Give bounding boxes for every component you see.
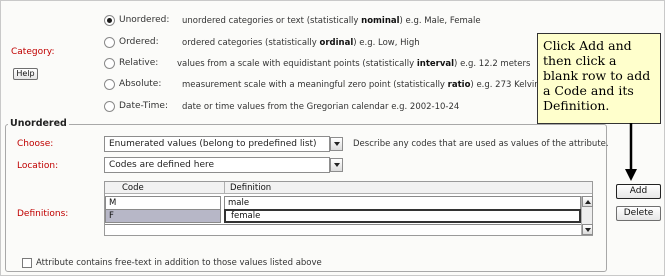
delete-button[interactable]: Delete [616, 206, 661, 221]
description-statistical-term: nominal [361, 16, 400, 26]
category-radio-2[interactable] [104, 58, 115, 69]
table-row-definition-cell[interactable]: male [224, 196, 581, 209]
category-option-label[interactable]: Date-Time: [119, 101, 168, 111]
category-option-description: measurement scale with a meaningful zero… [182, 80, 540, 90]
category-label: Category: [11, 47, 55, 57]
location-select[interactable]: Codes are defined here [104, 157, 330, 173]
definition-value: female [231, 211, 261, 221]
instruction-callout: Click Add and then click a blank row to … [537, 33, 661, 124]
table-empty-row-divider [105, 224, 581, 225]
description-statistical-term: interval [416, 59, 455, 69]
unordered-legend: Unordered [8, 118, 69, 129]
freetext-checkbox-label: Attribute contains free-text in addition… [36, 258, 322, 268]
scroll-up-icon[interactable] [582, 196, 593, 207]
code-value: M [109, 198, 117, 208]
choose-label: Choose: [17, 139, 54, 149]
location-dropdown-icon[interactable] [330, 158, 343, 172]
description-example: ) e.g. 12.2 meters [454, 59, 531, 69]
definitions-label: Definitions: [17, 209, 69, 219]
scroll-down-icon[interactable] [582, 224, 593, 235]
location-label: Location: [17, 161, 59, 171]
category-option-label[interactable]: Ordered: [119, 37, 159, 47]
category-option-label[interactable]: Relative: [119, 58, 158, 68]
description-text: ordered categories (statistically [182, 38, 320, 48]
help-button[interactable]: Help [13, 68, 38, 80]
description-text: measurement scale with a meaningful zero… [182, 80, 448, 90]
category-option-label[interactable]: Unordered: [119, 15, 169, 25]
definition-value: male [228, 198, 250, 208]
callout-arrow-icon [625, 123, 637, 181]
attribute-category-panel: Category: Help Unordered: unordered categ… [0, 0, 665, 276]
table-header-row: Code Definition [105, 182, 592, 194]
column-header-code: Code [122, 183, 144, 193]
code-value: F [109, 211, 114, 221]
description-text: date or time values from the Gregorian c… [182, 102, 460, 112]
description-example: ) e.g. Low, High [353, 38, 420, 48]
description-example: ) e.g. 273 Kelvin [470, 80, 540, 90]
category-option-description: date or time values from the Gregorian c… [182, 102, 459, 112]
category-option-description: unordered categories or text (statistica… [182, 16, 481, 26]
category-radio-1[interactable] [104, 37, 115, 48]
table-scrollbar[interactable] [581, 196, 593, 235]
choose-dropdown-icon[interactable] [330, 137, 343, 151]
description-example: ) e.g. Male, Female [399, 16, 481, 26]
category-radio-3[interactable] [104, 79, 115, 90]
table-row-code-cell[interactable]: M [105, 196, 221, 209]
category-option-description: values from a scale with equidistant poi… [177, 59, 530, 69]
description-text: values from a scale with equidistant poi… [177, 59, 417, 69]
table-row-definition-cell-editing[interactable]: female [224, 209, 581, 223]
freetext-checkbox[interactable] [22, 258, 32, 268]
definitions-table[interactable]: Code Definition M male F female [104, 181, 593, 236]
add-button[interactable]: Add [616, 184, 661, 199]
description-statistical-term: ordinal [319, 38, 354, 48]
category-option-label[interactable]: Absolute: [119, 79, 161, 89]
description-statistical-term: ratio [447, 80, 471, 90]
column-header-definition: Definition [230, 183, 272, 193]
table-row-code-cell-selected[interactable]: F [105, 209, 221, 223]
category-option-description: ordered categories (statistically ordina… [182, 38, 420, 48]
description-text: unordered categories or text (statistica… [182, 16, 362, 26]
choose-select[interactable]: Enumerated values (belong to predefined … [104, 136, 330, 152]
category-radio-0[interactable] [104, 15, 115, 26]
column-divider [224, 182, 225, 194]
category-radio-4[interactable] [104, 101, 115, 112]
choose-description: Describe any codes that are used as valu… [353, 139, 609, 149]
